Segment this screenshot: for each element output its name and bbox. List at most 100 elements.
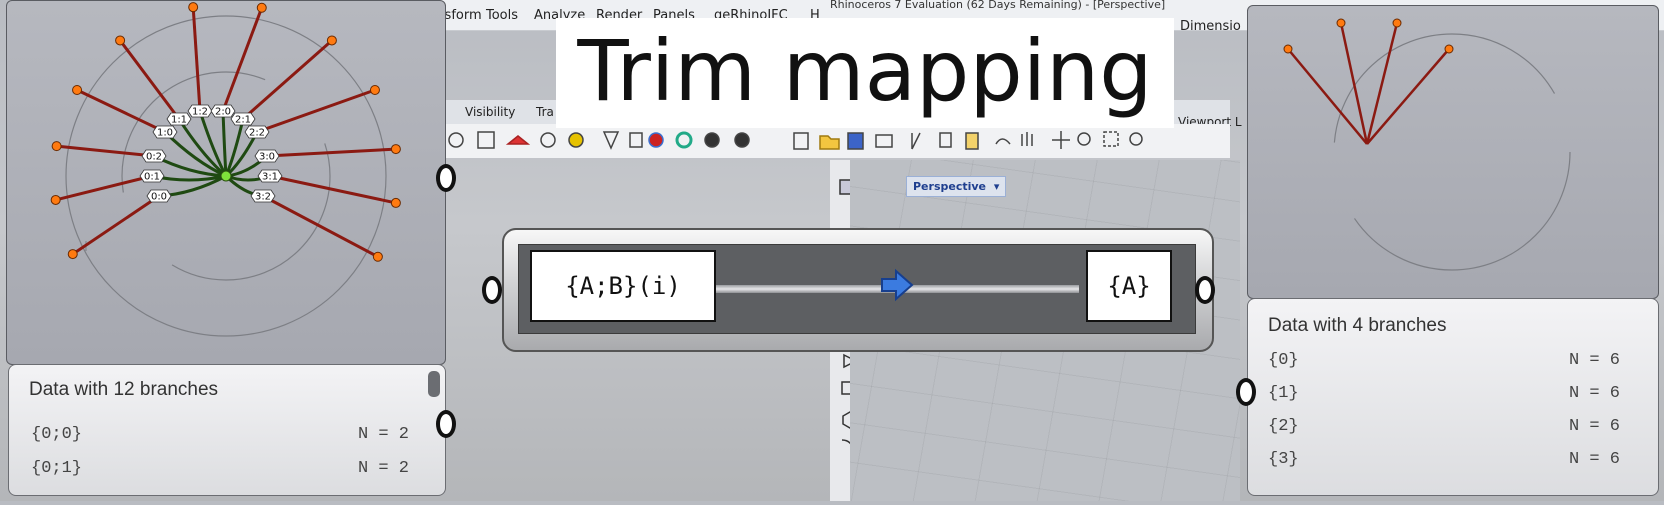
branch-line — [76, 88, 166, 134]
branch-label: 0:2 — [141, 149, 167, 163]
output-port[interactable] — [436, 164, 456, 192]
branch-line — [221, 7, 264, 112]
panel-row-value: N = 6 — [1568, 351, 1620, 370]
svg-text:1:2: 1:2 — [192, 107, 208, 118]
output-port[interactable] — [436, 410, 456, 438]
branch-endpoint — [1283, 44, 1293, 54]
viewport-tab-perspective[interactable]: Perspective ▾ — [906, 176, 1007, 197]
branch-endpoint — [372, 251, 383, 262]
svg-text:3:1: 3:1 — [262, 172, 278, 183]
right-data-panel: Data with 4 branches {0} N = 6 {1} N = 6… — [1247, 298, 1659, 496]
branch-label: 0:0 — [146, 189, 172, 203]
toolbar-icon[interactable] — [540, 132, 556, 148]
tree-edges — [50, 2, 401, 262]
branch-line — [55, 174, 153, 202]
color-wheel-icon[interactable] — [675, 131, 693, 149]
panel-row-value: N = 6 — [1568, 450, 1620, 469]
panel-row-key: {0} — [1268, 351, 1299, 370]
branch-endpoint — [1336, 18, 1346, 28]
left-data-panel: Data with 12 branches {0;0} N = 2 {0;1} … — [8, 364, 446, 496]
zoom-icon[interactable] — [1077, 132, 1091, 146]
branch-line — [1339, 22, 1369, 145]
sphere-icon[interactable] — [704, 132, 720, 148]
menu-tools[interactable]: Tools — [486, 8, 518, 23]
tree-diagram-right — [1283, 18, 1571, 271]
svg-text:0:2: 0:2 — [146, 152, 162, 163]
funnel-icon[interactable] — [602, 131, 620, 150]
branch-label: 3:0 — [254, 149, 280, 163]
branch-line — [71, 194, 160, 256]
branch-endpoint — [115, 35, 126, 46]
svg-text:2:2: 2:2 — [249, 128, 265, 139]
move-icon[interactable] — [1052, 131, 1070, 149]
branch-line — [266, 147, 396, 158]
tree-diagram: 0:0 0:1 0:2 1:0 1:1 1:2 2:0 2:1 2:2 3:0 3:1 3:2 — [50, 2, 401, 337]
chevron-down-icon[interactable]: ▾ — [994, 180, 1000, 193]
toolbar-icon[interactable] — [568, 132, 584, 148]
branch-endpoint — [256, 2, 267, 13]
new-file-icon[interactable] — [793, 132, 809, 150]
branch-endpoint — [72, 85, 83, 95]
toolbar-icons — [448, 131, 1143, 150]
right-tree-preview — [1247, 5, 1659, 299]
page-title: Trim mapping — [577, 22, 1153, 120]
tab-transform[interactable]: Tra — [536, 105, 554, 119]
print-icon[interactable] — [875, 134, 893, 148]
open-folder-icon[interactable] — [819, 135, 840, 150]
svg-text:3:2: 3:2 — [255, 192, 271, 203]
branch-line — [118, 39, 181, 120]
zoom-window-icon[interactable] — [1103, 131, 1119, 147]
svg-text:0:1: 0:1 — [144, 172, 160, 183]
toolbar-icon[interactable] — [448, 132, 464, 148]
branch-label: 3:2 — [250, 189, 276, 203]
input-port[interactable] — [482, 276, 502, 304]
branch-endpoint — [67, 249, 78, 260]
left-tree-preview: 0:0 0:1 0:2 1:0 1:1 1:2 2:0 2:1 2:2 3:0 3:1 3:2 — [6, 0, 446, 365]
input-port[interactable] — [1236, 378, 1256, 406]
tab-visibility[interactable]: Visibility — [465, 105, 515, 119]
guide-circle — [1333, 33, 1571, 271]
branch-endpoint — [390, 144, 401, 155]
scrollbar-thumb[interactable] — [428, 371, 440, 397]
branch-line — [262, 194, 379, 259]
copy-icon[interactable] — [939, 132, 952, 148]
branch-label: 1:0 — [152, 125, 178, 139]
panel-title: Data with 4 branches — [1268, 315, 1447, 336]
grid-icon[interactable] — [477, 131, 495, 149]
cut-icon[interactable] — [911, 132, 921, 150]
branch-line — [1287, 48, 1368, 145]
root-node — [220, 170, 232, 182]
panel-title: Data with 12 branches — [29, 379, 219, 400]
toolbar-icon[interactable] — [648, 132, 664, 148]
save-icon[interactable] — [847, 132, 864, 150]
branch-endpoint — [50, 194, 61, 205]
pan-hand-icon[interactable] — [1021, 132, 1033, 146]
branch-label: 2:0 — [210, 104, 236, 118]
panel-row-value: N = 6 — [1568, 384, 1620, 403]
panel-row-key: {3} — [1268, 450, 1299, 469]
input-param-box[interactable]: {A;B}(i) — [530, 250, 716, 322]
zoom-extents-icon[interactable] — [1129, 132, 1143, 146]
output-param-label: {A} — [1107, 272, 1151, 300]
branch-endpoint — [1444, 44, 1454, 54]
panel-row-value: N = 2 — [357, 459, 409, 478]
undo-icon[interactable] — [995, 138, 1011, 145]
panel-row-value: N = 2 — [357, 425, 409, 444]
output-param-box[interactable]: {A} — [1086, 250, 1172, 322]
branch-line — [256, 88, 376, 134]
toolbar-icon[interactable] — [629, 132, 643, 148]
branch-line — [269, 174, 397, 205]
title-overlay: Trim mapping — [556, 18, 1174, 128]
car-icon[interactable] — [505, 135, 531, 145]
output-port[interactable] — [1195, 276, 1215, 304]
paste-icon[interactable] — [965, 132, 979, 150]
branch-label: 2:2 — [244, 125, 270, 139]
menu-dimension[interactable]: Dimensio — [1180, 19, 1241, 34]
svg-text:1:1: 1:1 — [171, 115, 187, 126]
sphere-icon[interactable] — [734, 132, 750, 148]
branch-label: 0:1 — [139, 169, 165, 183]
branch-label: 2:1 — [230, 112, 256, 126]
input-param-label: {A;B}(i) — [565, 272, 681, 300]
branch-endpoint — [188, 2, 199, 13]
root-line — [221, 110, 228, 177]
